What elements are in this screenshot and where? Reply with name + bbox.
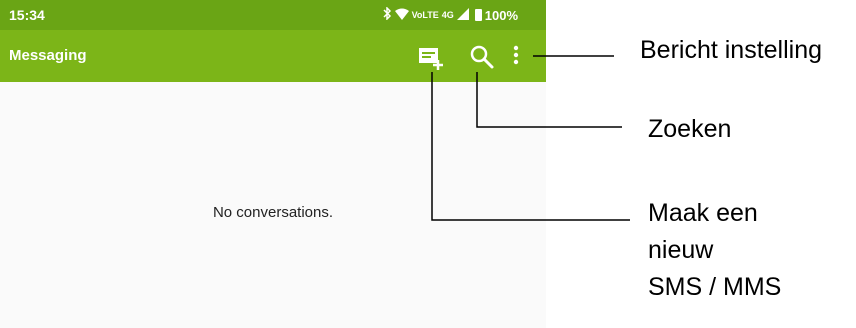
settings-callout-label: Bericht instelling bbox=[640, 36, 823, 64]
new-message-callout-line3: SMS / MMS bbox=[648, 273, 782, 301]
search-callout-label: Zoeken bbox=[648, 115, 732, 143]
new-message-callout-line2: nieuw bbox=[648, 236, 714, 264]
search-callout-line bbox=[476, 72, 622, 128]
new-message-callout-line bbox=[431, 72, 630, 221]
new-message-callout-line1: Maak een bbox=[648, 199, 758, 227]
